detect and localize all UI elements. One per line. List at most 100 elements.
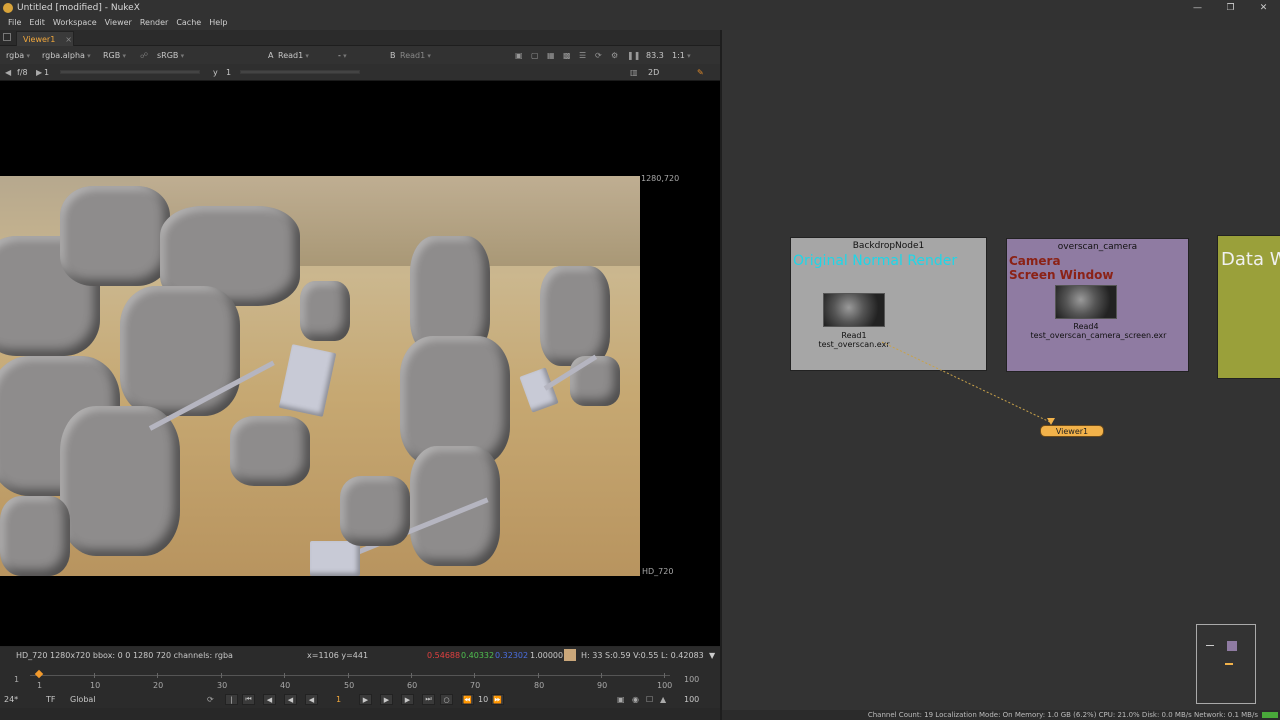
- tab-close-icon[interactable]: ×: [65, 35, 72, 44]
- window-title: Untitled [modified] - NukeX: [17, 2, 140, 13]
- minimap-viewer: [1225, 663, 1233, 665]
- transport-bar: 24* TF Global ⟳ | ⏮ ◀ ◀ ◀ 1 ▶ ▶ ▶ ⏭ ○ ⏪ …: [0, 692, 720, 708]
- refresh-icon[interactable]: ⟳: [595, 51, 602, 60]
- info-expand-icon[interactable]: ▼: [709, 651, 715, 660]
- fstop-value[interactable]: f/8: [17, 68, 28, 77]
- timeline-track[interactable]: [30, 675, 670, 676]
- tick: [411, 673, 412, 678]
- viewer-canvas[interactable]: 1280,720 HD_720: [0, 81, 720, 646]
- flipbook-icon[interactable]: ▣: [617, 695, 625, 704]
- settings-icon[interactable]: ⚙: [611, 51, 618, 60]
- pause-icon[interactable]: ❚❚: [627, 51, 640, 60]
- pane-menu-icon[interactable]: [3, 33, 11, 41]
- skip-forward-button[interactable]: ⏩: [491, 694, 504, 705]
- tick-label: 90: [597, 681, 608, 690]
- tick-label: 70: [470, 681, 481, 690]
- link-icon[interactable]: ☍: [140, 51, 148, 60]
- distant-hammer-head: [519, 367, 559, 413]
- gain-arrow-icon[interactable]: ▶: [36, 68, 42, 77]
- play-forward-button[interactable]: ▶: [359, 694, 372, 705]
- safe-area-icon[interactable]: ▢: [531, 51, 539, 60]
- tick: [284, 673, 285, 678]
- lock-icon[interactable]: ☐: [646, 695, 653, 704]
- playhead[interactable]: [34, 669, 44, 679]
- overlay-icon[interactable]: ▦: [547, 51, 555, 60]
- menu-help[interactable]: Help: [209, 18, 227, 27]
- channels-dropdown[interactable]: rgba: [6, 51, 30, 60]
- compare-mode-dropdown[interactable]: -: [338, 51, 347, 60]
- fstop-left-icon[interactable]: ◀: [5, 68, 11, 77]
- middle-rock: [340, 476, 410, 546]
- wipe-icon[interactable]: ▩: [563, 51, 571, 60]
- next-keyframe-button[interactable]: ▶: [401, 694, 414, 705]
- viewer-pane: Viewer1 × rgba rgba.alpha RGB ☍ sRGB A R…: [0, 30, 720, 720]
- last-frame-button[interactable]: ⏭: [422, 694, 435, 705]
- close-icon[interactable]: ✕: [1247, 0, 1280, 15]
- node-graph-minimap[interactable]: [1196, 624, 1256, 704]
- tick: [538, 673, 539, 678]
- viewer1-node[interactable]: Viewer1: [1040, 425, 1104, 437]
- skip-back-button[interactable]: ⏪: [461, 694, 474, 705]
- gamma-value[interactable]: 1: [226, 68, 231, 77]
- play-backward-button[interactable]: ◀: [305, 694, 318, 705]
- tick-label-1: 1: [37, 681, 43, 690]
- layers-icon[interactable]: ☰: [579, 51, 586, 60]
- timeline[interactable]: 1 1 10 20 30 40 50 60 70 80 90 100 100: [0, 663, 720, 692]
- golem-shoulder-rock: [60, 186, 170, 286]
- node-graph[interactable]: BackdropNode1 Original Normal Render Rea…: [722, 30, 1280, 710]
- menu-file[interactable]: File: [8, 18, 21, 27]
- bookmark-icon[interactable]: ▲: [660, 695, 666, 704]
- timeline-end: 100: [684, 675, 700, 684]
- next-frame-button[interactable]: ▶: [380, 694, 393, 705]
- menu-cache[interactable]: Cache: [176, 18, 201, 27]
- lut-dropdown[interactable]: sRGB: [157, 51, 184, 60]
- prev-frame-button[interactable]: ◀: [284, 694, 297, 705]
- restore-icon[interactable]: ❐: [1214, 0, 1247, 15]
- minimize-icon[interactable]: —: [1181, 0, 1214, 15]
- gain-value[interactable]: 1: [44, 68, 49, 77]
- fps-dropdown[interactable]: 24*: [4, 695, 18, 704]
- camera-icon[interactable]: ◉: [632, 695, 639, 704]
- golem-leg-rock: [60, 406, 180, 556]
- input-b-dropdown[interactable]: Read1: [400, 51, 431, 60]
- record-button[interactable]: ○: [440, 694, 453, 705]
- loop-icon[interactable]: ⟳: [207, 695, 214, 704]
- view-mode-dropdown[interactable]: 2D: [648, 68, 659, 77]
- display-channel-dropdown[interactable]: RGB: [103, 51, 126, 60]
- menu-render[interactable]: Render: [140, 18, 168, 27]
- golem-fist-rock: [230, 416, 310, 486]
- format-bottom-label: HD_720: [642, 567, 674, 576]
- paint-icon[interactable]: ✎: [697, 68, 704, 77]
- frame-increment-field[interactable]: 10: [478, 695, 488, 704]
- current-frame-field[interactable]: 1: [336, 695, 341, 704]
- menu-viewer[interactable]: Viewer: [105, 18, 132, 27]
- timeline-start: 1: [14, 675, 20, 684]
- menu-workspace[interactable]: Workspace: [53, 18, 97, 27]
- tab-viewer1-label: Viewer1: [23, 34, 56, 44]
- input-a-dropdown[interactable]: Read1: [278, 51, 309, 60]
- tick: [474, 673, 475, 678]
- first-frame-button[interactable]: ⏮: [242, 694, 255, 705]
- read1-to-viewer-pipe: [881, 341, 1053, 424]
- zoom-value[interactable]: 83.3: [646, 51, 664, 60]
- tick-label: 80: [534, 681, 545, 690]
- status-text: Channel Count: 19 Localization Mode: On …: [867, 711, 1258, 719]
- alpha-channel-dropdown[interactable]: rgba.alpha: [42, 51, 91, 60]
- roi-icon[interactable]: ▣: [515, 51, 523, 60]
- gamma-slider[interactable]: [240, 70, 360, 74]
- frame-range-dropdown[interactable]: Global: [70, 695, 96, 704]
- status-bar: Channel Count: 19 Localization Mode: On …: [722, 710, 1280, 720]
- blue-value: 0.32302: [495, 651, 529, 660]
- prev-keyframe-button[interactable]: ◀: [263, 694, 276, 705]
- stop-button[interactable]: |: [225, 694, 238, 705]
- timecode-dropdown[interactable]: TF: [46, 695, 56, 704]
- gain-slider[interactable]: [60, 70, 200, 74]
- tab-viewer1[interactable]: Viewer1 ×: [16, 31, 74, 46]
- proxy-dropdown[interactable]: 1:1: [672, 51, 691, 60]
- tick-label: 50: [344, 681, 355, 690]
- menu-edit[interactable]: Edit: [29, 18, 45, 27]
- status-indicator: [1262, 712, 1278, 718]
- rendered-image: [0, 176, 640, 576]
- end-frame-field[interactable]: 100: [684, 695, 699, 704]
- tick: [221, 673, 222, 678]
